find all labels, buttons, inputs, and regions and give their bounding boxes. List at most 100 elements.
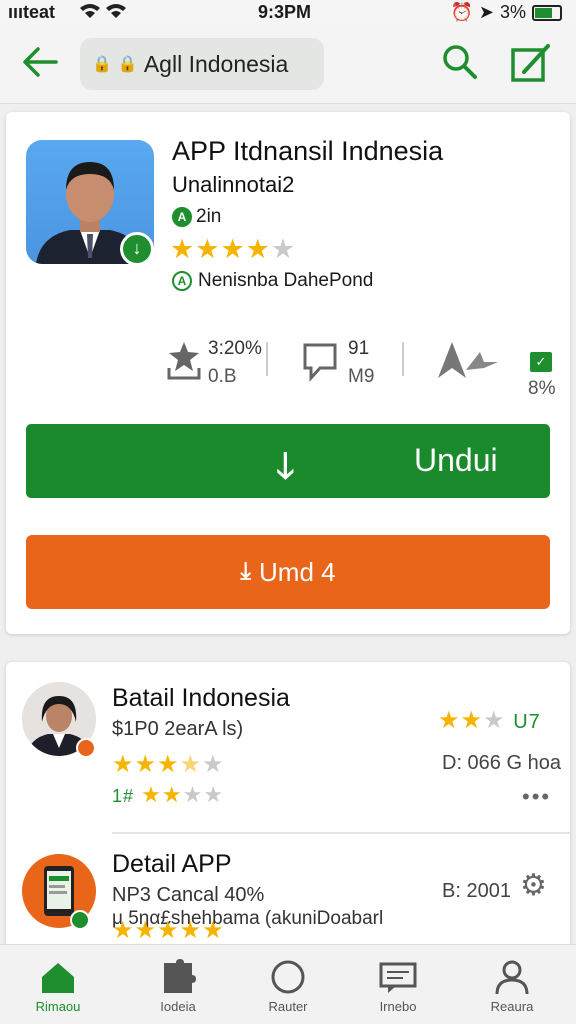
app-title: APP Itdnansil Indnesia	[172, 136, 444, 166]
star-icon: ★	[134, 917, 158, 944]
address-bar[interactable]: 🔒 🔒 Agll Indonesia	[80, 38, 324, 90]
list-item-subtitle: NP3 Cancal 40%	[112, 884, 265, 906]
download-arrow-icon: ⤓	[240, 558, 252, 585]
install-button[interactable]: 🡓 Undui	[26, 424, 550, 498]
app-developer[interactable]: Unalinnotai2	[172, 172, 294, 198]
star-icon: ★	[245, 234, 271, 264]
star-icon: ★	[161, 782, 183, 807]
status-bar: ıııteat 9:3PM ⏰ ➤ 3%	[0, 0, 576, 24]
nav-item-apps[interactable]: Iodeia	[130, 959, 226, 1021]
rating-stat-sub: 0.B	[208, 366, 237, 387]
nav-label: Iodeia	[160, 999, 196, 1014]
clock: 9:3PM	[258, 2, 312, 22]
star-icon: ★	[220, 234, 246, 264]
star-icon: ★	[157, 917, 180, 944]
list-item-top-rating: ★★★ U7	[438, 706, 541, 735]
star-icon: ★	[195, 234, 221, 264]
lock-icon: 🔒	[117, 56, 138, 73]
star-icon: ★	[179, 751, 203, 778]
star-icon: ★	[141, 782, 162, 807]
review-icon	[303, 343, 337, 382]
divider	[112, 832, 570, 834]
download-badge-icon: ↓	[120, 232, 154, 266]
star-icon: ★	[112, 917, 135, 944]
address-text: Agll Indonesia	[143, 50, 289, 77]
star-icon: ★	[112, 751, 135, 778]
top-stars: ★★★	[438, 707, 506, 734]
star-icon: ★	[483, 707, 506, 734]
app-badge-icon	[70, 910, 90, 930]
battery-icon	[532, 4, 562, 21]
list-item-meta: D: 066 G hoa	[442, 752, 561, 774]
list-item-subtitle: $1P0 2earA ls)	[112, 718, 244, 740]
star-icon: ★	[182, 782, 204, 807]
rating-stat-value: 3:20%	[208, 338, 262, 359]
nav-item-profile[interactable]: Reaura	[464, 959, 560, 1021]
home-icon	[42, 963, 74, 993]
app-stats-row: 3:20% 0.B 91 M9 ✓ 8%	[156, 334, 556, 399]
nav-label: Rimaou	[35, 999, 81, 1014]
edit-icon	[511, 44, 550, 82]
star-icon: ★	[202, 917, 225, 944]
reviews-stat-sub: M9	[348, 366, 375, 387]
back-button[interactable]	[20, 42, 60, 82]
star-icon: ★	[203, 782, 225, 807]
stat-divider	[266, 342, 268, 376]
list-item-stars: ★★★★★	[112, 750, 225, 779]
rocket-icon	[438, 342, 498, 378]
wifi-icon	[78, 2, 128, 25]
category-icon: A	[172, 271, 192, 291]
alarm-icon: ⏰	[450, 2, 473, 22]
star-icon: ★	[179, 917, 203, 944]
edit-button[interactable]	[508, 42, 552, 86]
app-badge-icon	[76, 738, 96, 758]
nav-item-explore[interactable]: Rauter	[240, 959, 336, 1021]
nav-label: Irnebo	[379, 999, 417, 1014]
lock-icon: 🔒	[92, 56, 112, 73]
app-tag-row: A Nenisnba DahePond	[172, 270, 373, 292]
nav-item-messages[interactable]: Irnebo	[350, 959, 446, 1021]
star-icon: ★	[157, 751, 180, 778]
person-icon	[495, 960, 529, 995]
app-tag: Nenisnba DahePond	[198, 270, 374, 291]
star-rating-icon	[167, 342, 201, 380]
bottom-navigation: Rimaou Iodeia Rauter Irnebo Reaura	[0, 944, 576, 1024]
secondary-button-label: Umd 4	[259, 556, 336, 587]
puzzle-icon	[164, 959, 196, 993]
extra-stat-value: 8%	[528, 378, 556, 399]
star-icon: ★	[170, 234, 196, 264]
nav-item-home[interactable]: Rimaou	[10, 959, 106, 1021]
reviews-stat-value: 91	[348, 338, 370, 359]
secondary-download-button[interactable]: ⤓ Umd 4	[26, 535, 550, 609]
related-apps-list: Batail Indonesia $1P0 2earA ls) ★★★★★ 1#…	[6, 662, 570, 952]
star-icon: ★	[202, 751, 225, 778]
download-arrow-icon: 🡓	[276, 445, 295, 486]
size-icon: A	[172, 207, 192, 227]
carrier-label: ıııteat	[8, 2, 56, 22]
check-icon: ✓	[530, 352, 552, 372]
star-icon: ★	[438, 707, 461, 734]
search-icon	[443, 45, 477, 79]
arrow-left-icon	[23, 47, 58, 77]
top-app-bar: 🔒 🔒 Agll Indonesia	[0, 24, 576, 104]
star-icon: ★	[270, 234, 297, 264]
search-button[interactable]	[440, 42, 480, 82]
list-item-title: Detail APP	[112, 850, 232, 878]
app-size: 2in	[196, 206, 222, 227]
rating-prefix: 1#	[112, 786, 135, 806]
status-right: ⏰ ➤ 3%	[450, 2, 562, 23]
nav-label: Reaura	[490, 999, 534, 1014]
secondary-stars: ★★★★	[141, 782, 224, 807]
list-item-stars: ★★★★★	[112, 916, 225, 945]
star-icon: ★	[460, 707, 484, 734]
list-item-meta: B: 2001	[442, 880, 511, 902]
app-detail-card: ↓ APP Itdnansil Indnesia Unalinnotai2 A …	[6, 112, 570, 634]
nav-label: Rauter	[268, 999, 308, 1014]
gear-icon[interactable]: ⚙	[520, 868, 547, 903]
star-icon: ★	[134, 751, 158, 778]
app-size-row: A 2in	[172, 206, 221, 228]
top-rating-value: U7	[513, 711, 541, 733]
app-rating-stars: ★★★★★	[170, 234, 296, 265]
chat-icon	[379, 962, 417, 993]
more-icon[interactable]: •••	[522, 784, 551, 810]
